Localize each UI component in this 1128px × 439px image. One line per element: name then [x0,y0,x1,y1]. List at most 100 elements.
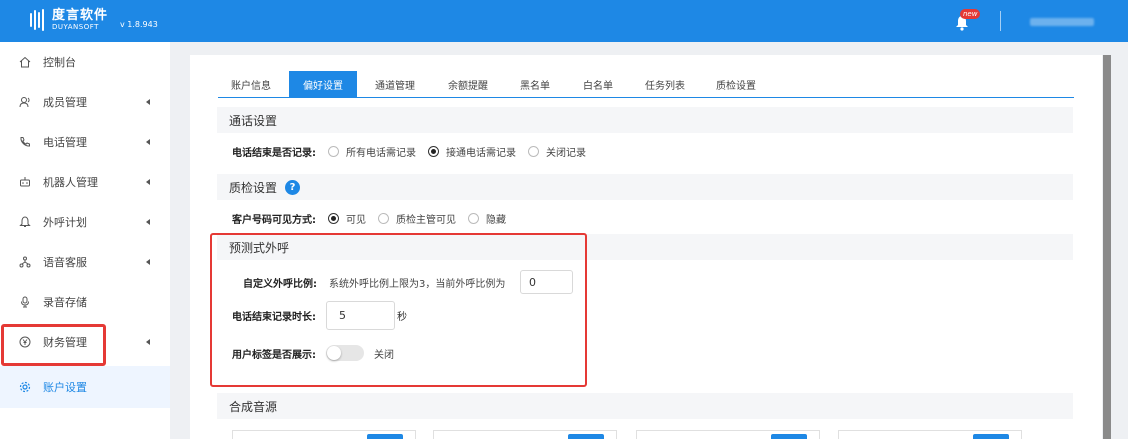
section-title: 质检设置 [229,180,278,195]
radio-record-off[interactable]: 关闭记录 [528,144,586,159]
call-record-row: 电话结束是否记录: 所有电话需记录 接通电话需记录 关闭记录 [232,144,586,159]
radio-record-connected[interactable]: 接通电话需记录 [428,144,516,159]
duration-row: 电话结束记录时长: [232,308,316,323]
ratio-input[interactable]: 0 [520,270,573,294]
field-label: 用户标签是否展示: [232,349,316,361]
number-visibility-row: 客户号码可见方式: 可见 质检主管可见 隐藏 [232,211,506,226]
radio-dot [328,145,339,157]
voice-card[interactable] [838,430,1022,439]
user-name[interactable] [1030,18,1094,26]
sidebar-item-label: 语音客服 [43,256,87,269]
ratio-row: 自定义外呼比例: 系统外呼比例上限为3，当前外呼比例为 [243,275,506,290]
user-icon [18,95,32,109]
sidebar-item-label: 控制台 [43,56,76,69]
gear-icon [18,380,32,394]
phone-icon [18,135,32,149]
caret-left-icon [146,99,150,105]
radio-dot [468,212,479,224]
radio-visible[interactable]: 可见 [328,211,366,226]
section-call-settings: 通话设置 [217,107,1073,133]
sidebar-item-robot[interactable]: 机器人管理 [0,162,170,202]
caret-left-icon [146,259,150,265]
yen-icon [18,335,32,349]
sidebar-item-label: 财务管理 [43,336,87,349]
tab-blacklist[interactable]: 黑名单 [510,71,560,97]
tab-qc-settings[interactable]: 质检设置 [705,71,767,97]
sidebar-item-recording[interactable]: 录音存储 [0,282,170,322]
bell-icon [18,215,32,229]
help-icon[interactable]: ? [285,179,301,195]
logo-title: 度言软件 [52,8,109,23]
field-label: 自定义外呼比例: [243,278,317,290]
duration-unit: 秒 [397,311,407,323]
voice-card-button[interactable] [568,434,604,439]
top-bar: 度言软件 DUYANSOFT v 1.8.943 new [0,0,1128,42]
sidebar-item-label: 外呼计划 [43,216,87,229]
section-tts: 合成音源 [217,393,1073,419]
version-label: v 1.8.943 [120,20,158,29]
voice-card-button[interactable] [771,434,807,439]
sidebar-item-outbound-plan[interactable]: 外呼计划 [0,202,170,242]
divider [1000,11,1001,31]
caret-left-icon [146,179,150,185]
voice-card[interactable] [636,430,820,439]
radio-dot [378,212,389,224]
caret-left-icon [146,339,150,345]
section-predictive-outbound: 预测式外呼 [217,234,1073,260]
tab-whitelist[interactable]: 白名单 [573,71,623,97]
tab-task-list[interactable]: 任务列表 [634,71,696,97]
section-title: 通话设置 [229,113,278,128]
voice-card[interactable] [232,430,416,439]
scrollbar-thumb[interactable] [1103,55,1111,439]
sidebar-item-dashboard[interactable]: 控制台 [0,42,170,82]
radio-record-all[interactable]: 所有电话需记录 [328,144,416,159]
radio-dot [328,212,339,224]
logo-subtitle: DUYANSOFT [52,23,99,31]
radio-label: 可见 [346,214,366,226]
field-label: 客户号码可见方式: [232,214,316,226]
caret-left-icon [146,219,150,225]
sidebar-item-phone[interactable]: 电话管理 [0,122,170,162]
section-title: 合成音源 [229,399,278,414]
section-qc-settings: 质检设置 ? [217,174,1073,200]
radio-label: 关闭记录 [546,147,586,159]
radio-label: 所有电话需记录 [346,147,416,159]
tab-account-info[interactable]: 账户信息 [220,71,282,97]
radio-hidden[interactable]: 隐藏 [468,211,506,226]
field-label: 电话结束是否记录: [232,147,316,159]
tag-display-row: 用户标签是否展示: [232,346,316,361]
sidebar-item-account-settings[interactable]: 账户设置 [0,366,170,408]
sidebar-item-members[interactable]: 成员管理 [0,82,170,122]
radio-label: 接通电话需记录 [446,147,516,159]
sidebar-item-finance[interactable]: 财务管理 [0,322,170,362]
sidebar-item-label: 机器人管理 [43,176,98,189]
ratio-description: 系统外呼比例上限为3，当前外呼比例为 [329,278,506,290]
new-badge: new [960,9,981,19]
logo[interactable]: 度言软件 DUYANSOFT [30,8,108,32]
sidebar: 控制台 成员管理 电话管理 机器人管理 外呼计划 语音客服 录音存储 财务管理 … [0,42,170,439]
section-title: 预测式外呼 [229,240,290,255]
field-label: 电话结束记录时长: [232,311,316,323]
sidebar-item-label: 电话管理 [43,136,87,149]
tab-preferences[interactable]: 偏好设置 [289,71,357,97]
voice-card-button[interactable] [367,434,403,439]
home-icon [18,55,32,69]
radio-dot [528,145,539,157]
tab-balance-alert[interactable]: 余额提醒 [437,71,499,97]
caret-left-icon [146,139,150,145]
radio-label: 质检主管可见 [396,214,456,226]
radio-label: 隐藏 [486,214,506,226]
duration-input[interactable]: 5 [326,301,395,330]
voice-card[interactable] [433,430,617,439]
radio-supervisor-visible[interactable]: 质检主管可见 [378,211,456,226]
tab-channel-management[interactable]: 通道管理 [363,71,427,97]
sidebar-item-label: 账户设置 [43,381,87,394]
microphone-icon [18,295,32,309]
network-icon [18,255,32,269]
logo-icon [30,8,48,32]
sidebar-item-voice-service[interactable]: 语音客服 [0,242,170,282]
sidebar-item-label: 成员管理 [43,96,87,109]
radio-dot [428,145,439,157]
tag-display-toggle[interactable] [326,345,364,361]
voice-card-button[interactable] [973,434,1009,439]
